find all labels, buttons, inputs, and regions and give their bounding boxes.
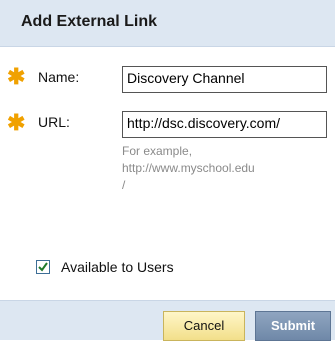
add-external-link-dialog: Add External Link ✱ Name: Discovery Chan… [0, 0, 335, 341]
hint-line: For example, [122, 144, 193, 158]
url-label: URL: [38, 114, 70, 130]
dialog-title: Add External Link [21, 13, 158, 30]
name-input[interactable]: Discovery Channel [122, 66, 327, 93]
checkmark-icon [38, 262, 48, 272]
available-to-users-checkbox[interactable] [36, 260, 50, 274]
cancel-button[interactable]: Cancel [163, 311, 245, 341]
available-to-users-label[interactable]: Available to Users [61, 259, 174, 275]
url-example-hint: For example, http://www.myschool.edu / [122, 143, 327, 194]
url-input[interactable]: http://dsc.discovery.com/ [122, 111, 327, 138]
required-asterisk-icon: ✱ [7, 110, 26, 135]
name-label: Name: [38, 69, 80, 85]
hint-line: / [122, 178, 126, 192]
dialog-header: Add External Link [0, 0, 335, 47]
required-asterisk-icon: ✱ [7, 64, 26, 89]
hint-line: http://www.myschool.edu [122, 161, 255, 175]
submit-button[interactable]: Submit [255, 311, 331, 341]
